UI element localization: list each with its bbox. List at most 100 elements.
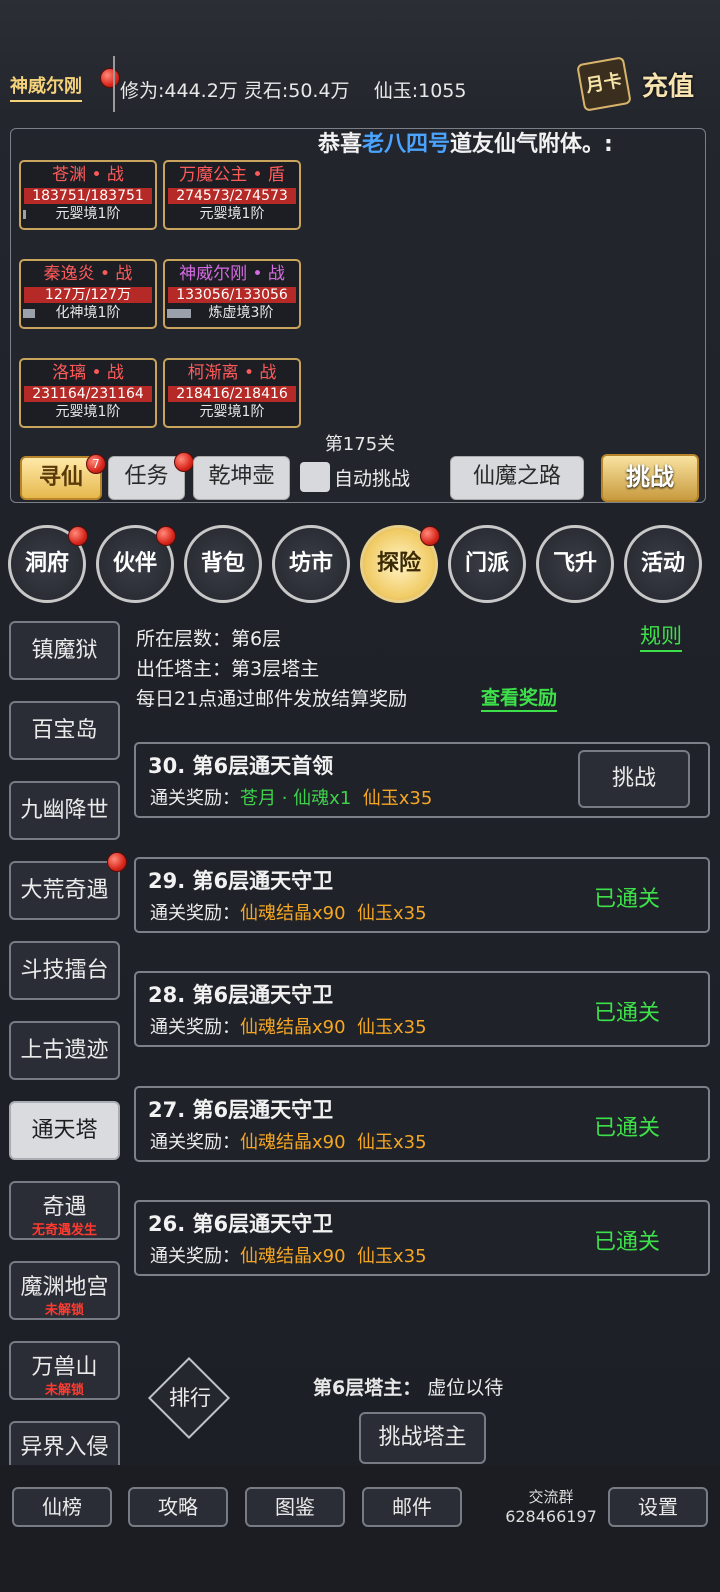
sidebar-item-sky-tower[interactable]: 通天塔 <box>9 1101 120 1160</box>
nav-ascend-button[interactable]: 飞升 <box>536 525 614 603</box>
member-hp: 231164/231164 <box>24 386 152 402</box>
member-hp: 183751/183751 <box>24 188 152 204</box>
team-member-card[interactable]: 洛璃 • 战 231164/231164 元婴境1阶 <box>19 358 157 428</box>
member-name: 洛璃 • 战 <box>52 363 124 383</box>
challenge-button[interactable]: 挑战 <box>601 454 699 502</box>
master-info: 出任塔主：第3层塔主 <box>136 658 320 680</box>
level-title: 27. 第6层通天守卫 <box>148 1098 334 1122</box>
rank-label: 排行 <box>169 1386 211 1410</box>
sidebar-item-label: 奇遇 <box>42 1195 87 1220</box>
level-cleared-status: 已通关 <box>593 1230 660 1255</box>
sidebar-item-demon-prison[interactable]: 镇魔狱 <box>9 621 120 680</box>
member-realm: 化神境1阶 <box>55 305 121 321</box>
sidebar-item-wild-encounter[interactable]: 大荒奇遇 <box>9 861 120 920</box>
top-status-bar: 神威尔刚 修为:444.2万 灵石:50.4万 仙玉:1055 月卡 充值 <box>0 56 720 120</box>
team-member-card[interactable]: 神威尔刚 • 战 133056/133056 炼虚境3阶 <box>163 259 301 329</box>
auto-challenge-checkbox[interactable] <box>300 462 330 492</box>
immortal-demon-road-button[interactable]: 仙魔之路 <box>450 456 584 500</box>
mail-button[interactable]: 邮件 <box>362 1487 462 1527</box>
level-reward: 通关奖励：仙魂结晶x90 仙玉x35 <box>150 1132 427 1153</box>
level-title: 28. 第6层通天守卫 <box>148 983 334 1007</box>
nav-market-button[interactable]: 坊市 <box>272 525 350 603</box>
nav-sect-button[interactable]: 门派 <box>448 525 526 603</box>
group-label: 交流群 <box>528 1488 574 1506</box>
team-member-card[interactable]: 秦逸炎 • 战 127万/127万 化神境1阶 <box>19 259 157 329</box>
auto-challenge-label: 自动挑战 <box>334 468 411 490</box>
tower-master-label: 第6层塔主： <box>313 1377 422 1399</box>
member-realm: 元婴境1阶 <box>55 206 121 222</box>
tower-master-value: 虚位以待 <box>427 1377 504 1399</box>
member-realm: 炼虚境3阶 <box>208 305 274 321</box>
team-member-card[interactable]: 万魔公主 • 盾 274573/274573 元婴境1阶 <box>163 160 301 230</box>
sidebar-item-nine-nether[interactable]: 九幽降世 <box>9 781 120 840</box>
qiankun-pot-button[interactable]: 乾坤壶 <box>193 456 290 500</box>
level-reward: 通关奖励：仙魂结晶x90 仙玉x35 <box>150 903 427 924</box>
tower-level-item: 26. 第6层通天守卫 通关奖励：仙魂结晶x90 仙玉x35 已通关 <box>134 1200 710 1276</box>
level-cleared-status: 已通关 <box>593 887 660 912</box>
member-name: 秦逸炎 • 战 <box>43 264 133 284</box>
sidebar-item-abyss-palace[interactable]: 魔渊地宫 未解锁 <box>9 1261 120 1320</box>
guide-button[interactable]: 攻略 <box>128 1487 228 1527</box>
ranking-button[interactable]: 仙榜 <box>12 1487 112 1527</box>
exp-bar <box>23 210 26 219</box>
tower-level-item: 27. 第6层通天守卫 通关奖励：仙魂结晶x90 仙玉x35 已通关 <box>134 1086 710 1162</box>
notification-dot <box>420 526 440 546</box>
divider <box>113 56 115 112</box>
rules-link[interactable]: 规则 <box>640 620 682 652</box>
announcement-marquee: 恭喜老八四号道友仙气附体。: <box>318 132 613 157</box>
floor-info: 所在层数：第6层 <box>136 628 282 650</box>
sidebar-item-status: 未解锁 <box>44 1303 84 1318</box>
sidebar-item-label: 万兽山 <box>31 1355 98 1380</box>
challenge-master-button[interactable]: 挑战塔主 <box>359 1412 486 1464</box>
sidebar-item-arena[interactable]: 斗技擂台 <box>9 941 120 1000</box>
level-cleared-status: 已通关 <box>593 1116 660 1141</box>
atlas-button[interactable]: 图鉴 <box>245 1487 345 1527</box>
sidebar-item-status: 未解锁 <box>44 1383 84 1398</box>
sidebar-item-invasion[interactable]: 异界入侵 <box>9 1421 120 1465</box>
game-screen: { "player": {"name": "神威尔刚", "stats": "修… <box>0 0 720 1592</box>
sidebar-item-treasure-island[interactable]: 百宝岛 <box>9 701 120 760</box>
group-id: 628466197 <box>505 1507 597 1526</box>
member-hp: 218416/218416 <box>168 386 296 402</box>
notification-dot <box>174 452 194 472</box>
level-title: 26. 第6层通天守卫 <box>148 1212 334 1236</box>
sidebar-item-label: 魔渊地宫 <box>20 1275 109 1300</box>
member-name: 神威尔刚 • 战 <box>179 264 285 284</box>
settings-button[interactable]: 设置 <box>608 1487 708 1527</box>
notification-dot <box>156 526 176 546</box>
member-name: 苍渊 • 战 <box>52 165 124 185</box>
level-reward: 通关奖励：苍月 · 仙魂x1 仙玉x35 <box>150 788 433 809</box>
level-challenge-button[interactable]: 挑战 <box>578 750 690 808</box>
sidebar-item-status: 无奇遇发生 <box>31 1223 97 1238</box>
recharge-button[interactable]: 充值 <box>642 66 694 103</box>
member-realm: 元婴境1阶 <box>55 404 121 420</box>
notification-dot <box>100 68 120 88</box>
member-hp: 133056/133056 <box>168 287 296 303</box>
view-reward-link[interactable]: 查看奖励 <box>481 683 558 712</box>
exp-bar <box>167 309 191 318</box>
player-name[interactable]: 神威尔刚 <box>10 72 82 102</box>
month-card-icon[interactable]: 月卡 <box>576 56 632 112</box>
nav-events-button[interactable]: 活动 <box>624 525 702 603</box>
stage-level: 第175关 <box>324 434 396 455</box>
level-reward: 通关奖励：仙魂结晶x90 仙玉x35 <box>150 1017 427 1038</box>
member-hp: 127万/127万 <box>24 287 152 303</box>
bottom-bar <box>0 1466 720 1592</box>
tower-level-item: 30. 第6层通天首领 通关奖励：苍月 · 仙魂x1 仙玉x35 挑战 <box>134 742 710 818</box>
exp-bar <box>23 309 35 318</box>
team-member-card[interactable]: 柯渐离 • 战 218416/218416 元婴境1阶 <box>163 358 301 428</box>
sidebar-item-encounter[interactable]: 奇遇 无奇遇发生 <box>9 1181 120 1240</box>
tower-master-line: 第6层塔主： 虚位以待 <box>313 1373 503 1400</box>
nav-bag-button[interactable]: 背包 <box>184 525 262 603</box>
member-realm: 元婴境1阶 <box>199 206 265 222</box>
team-member-card[interactable]: 苍渊 • 战 183751/183751 元婴境1阶 <box>19 160 157 230</box>
notification-dot <box>107 852 127 872</box>
level-title: 30. 第6层通天首领 <box>148 754 334 778</box>
tower-level-item: 29. 第6层通天守卫 通关奖励：仙魂结晶x90 仙玉x35 已通关 <box>134 857 710 933</box>
tower-level-item: 28. 第6层通天守卫 通关奖励：仙魂结晶x90 仙玉x35 已通关 <box>134 971 710 1047</box>
member-realm: 元婴境1阶 <box>199 404 265 420</box>
notification-dot <box>68 526 88 546</box>
sidebar-item-beast-mountain[interactable]: 万兽山 未解锁 <box>9 1341 120 1400</box>
resource-stats: 修为:444.2万 灵石:50.4万 仙玉:1055 <box>120 80 467 102</box>
sidebar-item-ancient-ruins[interactable]: 上古遗迹 <box>9 1021 120 1080</box>
